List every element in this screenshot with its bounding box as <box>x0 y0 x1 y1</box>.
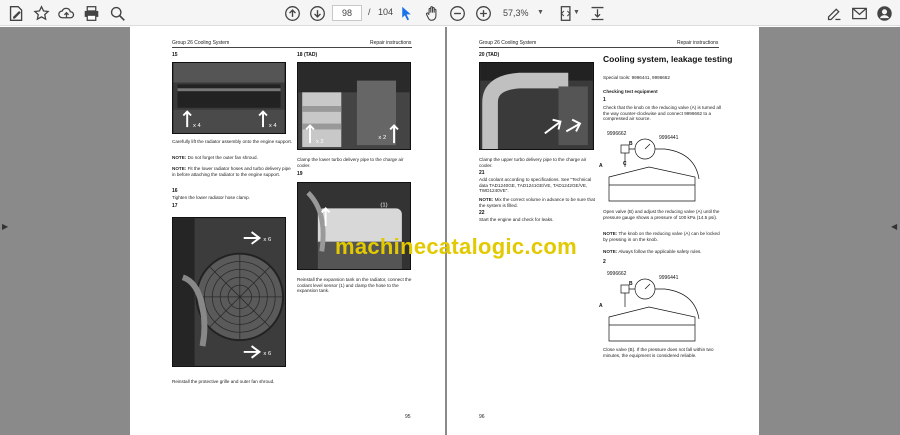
step22-text: Start the engine and check for leaks. <box>479 217 554 222</box>
photo-label: x 6 <box>263 237 272 243</box>
step-number: 15 <box>172 52 178 58</box>
step16-text: Tighten the lower radiator hose clamp. <box>172 195 250 200</box>
step18-text: Clamp the lower turbo delivery pipe to t… <box>297 157 404 168</box>
step2-text: Close valve (B). If the pressure does no… <box>603 347 714 358</box>
valve-label: B <box>629 281 633 287</box>
pdf-page-96: Group 26 Cooling System Repair instructi… <box>447 27 759 435</box>
step21-note: NOTE: Mix the correct volume in advance … <box>479 197 595 208</box>
valve-label: C <box>623 161 627 167</box>
step20-text: Clamp the upper turbo delivery pipe to t… <box>479 157 587 168</box>
hand-pan-icon[interactable] <box>422 3 442 23</box>
page-number: 96 <box>479 414 485 420</box>
photo-label: x 2 <box>316 139 324 145</box>
pdf-toolbar: 98 / 104 57,3% ▼ ▼ <box>0 0 900 26</box>
header-divider <box>479 47 719 48</box>
checking-heading: Checking test equipment <box>603 89 658 94</box>
step-number: 1 <box>603 97 606 103</box>
tool-label: 9996441 <box>659 275 679 281</box>
select-cursor-icon[interactable] <box>396 3 416 23</box>
step-number: 16 <box>172 188 178 194</box>
page-header-section: Repair instructions <box>370 40 412 46</box>
tool-label: 9996662 <box>607 131 627 137</box>
step-number: 22 <box>479 210 485 216</box>
page-total: 104 <box>378 7 394 17</box>
page-number-input[interactable]: 98 <box>332 5 362 21</box>
step-number: 19 <box>297 171 303 177</box>
collapse-right-icon[interactable]: ◀ <box>891 222 897 231</box>
step1-text2: Open valve (B) and adjust the reducing v… <box>603 209 720 220</box>
account-avatar-icon[interactable] <box>874 3 894 23</box>
collapse-left-icon[interactable]: ▶ <box>2 222 8 231</box>
zoom-in-icon[interactable] <box>473 3 493 23</box>
photo-turbo-pipe: x 2 x 2 <box>297 62 411 150</box>
sign-pen-icon[interactable] <box>824 3 844 23</box>
page-header-group: Group 26 Cooling System <box>172 40 230 46</box>
step-number: 17 <box>172 203 178 209</box>
tool-label: 9996441 <box>659 135 679 141</box>
page-header-section: Repair instructions <box>677 40 719 46</box>
search-zoom-icon[interactable] <box>107 3 127 23</box>
mail-icon[interactable] <box>849 3 869 23</box>
photo-label: (1) <box>380 202 387 208</box>
header-divider <box>172 47 412 48</box>
step-title: 18 (TAD) <box>297 52 318 58</box>
chevron-down-icon[interactable]: ▼ <box>573 9 580 16</box>
photo-upper-turbo-pipe <box>479 62 594 150</box>
step15-text: Carefully lift the radiator assembly ont… <box>172 139 293 144</box>
valve-label: B <box>629 141 633 147</box>
scroll-mode-icon[interactable] <box>587 3 607 23</box>
step-number: 21 <box>479 170 485 176</box>
pdf-page-95: Group 26 Cooling System Repair instructi… <box>130 27 445 435</box>
page-header-group: Group 26 Cooling System <box>479 40 537 46</box>
valve-label: A <box>599 163 603 169</box>
valve-label: A <box>599 303 603 309</box>
upload-cloud-icon[interactable] <box>56 3 76 23</box>
print-icon[interactable] <box>81 3 101 23</box>
step-number: 2 <box>603 259 606 265</box>
step17-text: Reinstall the protective grille and oute… <box>172 379 275 384</box>
page-separator: / <box>368 7 371 17</box>
chevron-down-icon[interactable]: ▼ <box>537 9 544 16</box>
photo-fan-grille: x 6 x 6 <box>172 217 286 367</box>
diagram-test-equipment-2: 9996662 9996441 B A <box>599 267 715 345</box>
tool-label: 9996662 <box>607 271 627 277</box>
edit-pdf-icon[interactable] <box>6 3 26 23</box>
step19-text: Reinstall the expansion tank on the radi… <box>297 277 412 294</box>
step1-text: Check that the knob on the reducing valv… <box>603 105 721 122</box>
zoom-out-icon[interactable] <box>447 3 467 23</box>
watermark: machinecatalogic.com <box>335 234 577 259</box>
photo-label: x 2 <box>378 135 386 141</box>
photo-label: x 4 <box>193 123 202 129</box>
bookmark-star-icon[interactable] <box>31 3 51 23</box>
next-page-icon[interactable] <box>307 3 327 23</box>
photo-label: x 6 <box>263 351 272 357</box>
photo-label: x 4 <box>269 123 278 129</box>
step21-text: Add coolant according to specifications.… <box>479 177 592 194</box>
section-title: Cooling system, leakage testing <box>603 54 733 64</box>
previous-page-icon[interactable] <box>282 3 302 23</box>
document-canvas[interactable]: ▶ ◀ Group 26 Cooling System Repair instr… <box>0 27 900 435</box>
step15-note1: NOTE: Do not forget the outer fan shroud… <box>172 155 258 160</box>
step1-note1: NOTE: The knob on the reducing valve (A)… <box>603 231 720 242</box>
diagram-test-equipment-1: 9996662 9996441 B C A <box>599 127 715 205</box>
special-tools: Special tools: 9996441, 9996662 <box>603 75 670 80</box>
step1-note2: NOTE: Always follow the applicable safet… <box>603 249 702 254</box>
photo-radiator-support: x 4 x 4 <box>172 62 286 134</box>
page-number: 95 <box>405 414 411 420</box>
step-title: 20 (TAD) <box>479 52 500 58</box>
step15-note2: NOTE: Fit the lower radiator hoses and t… <box>172 166 291 177</box>
